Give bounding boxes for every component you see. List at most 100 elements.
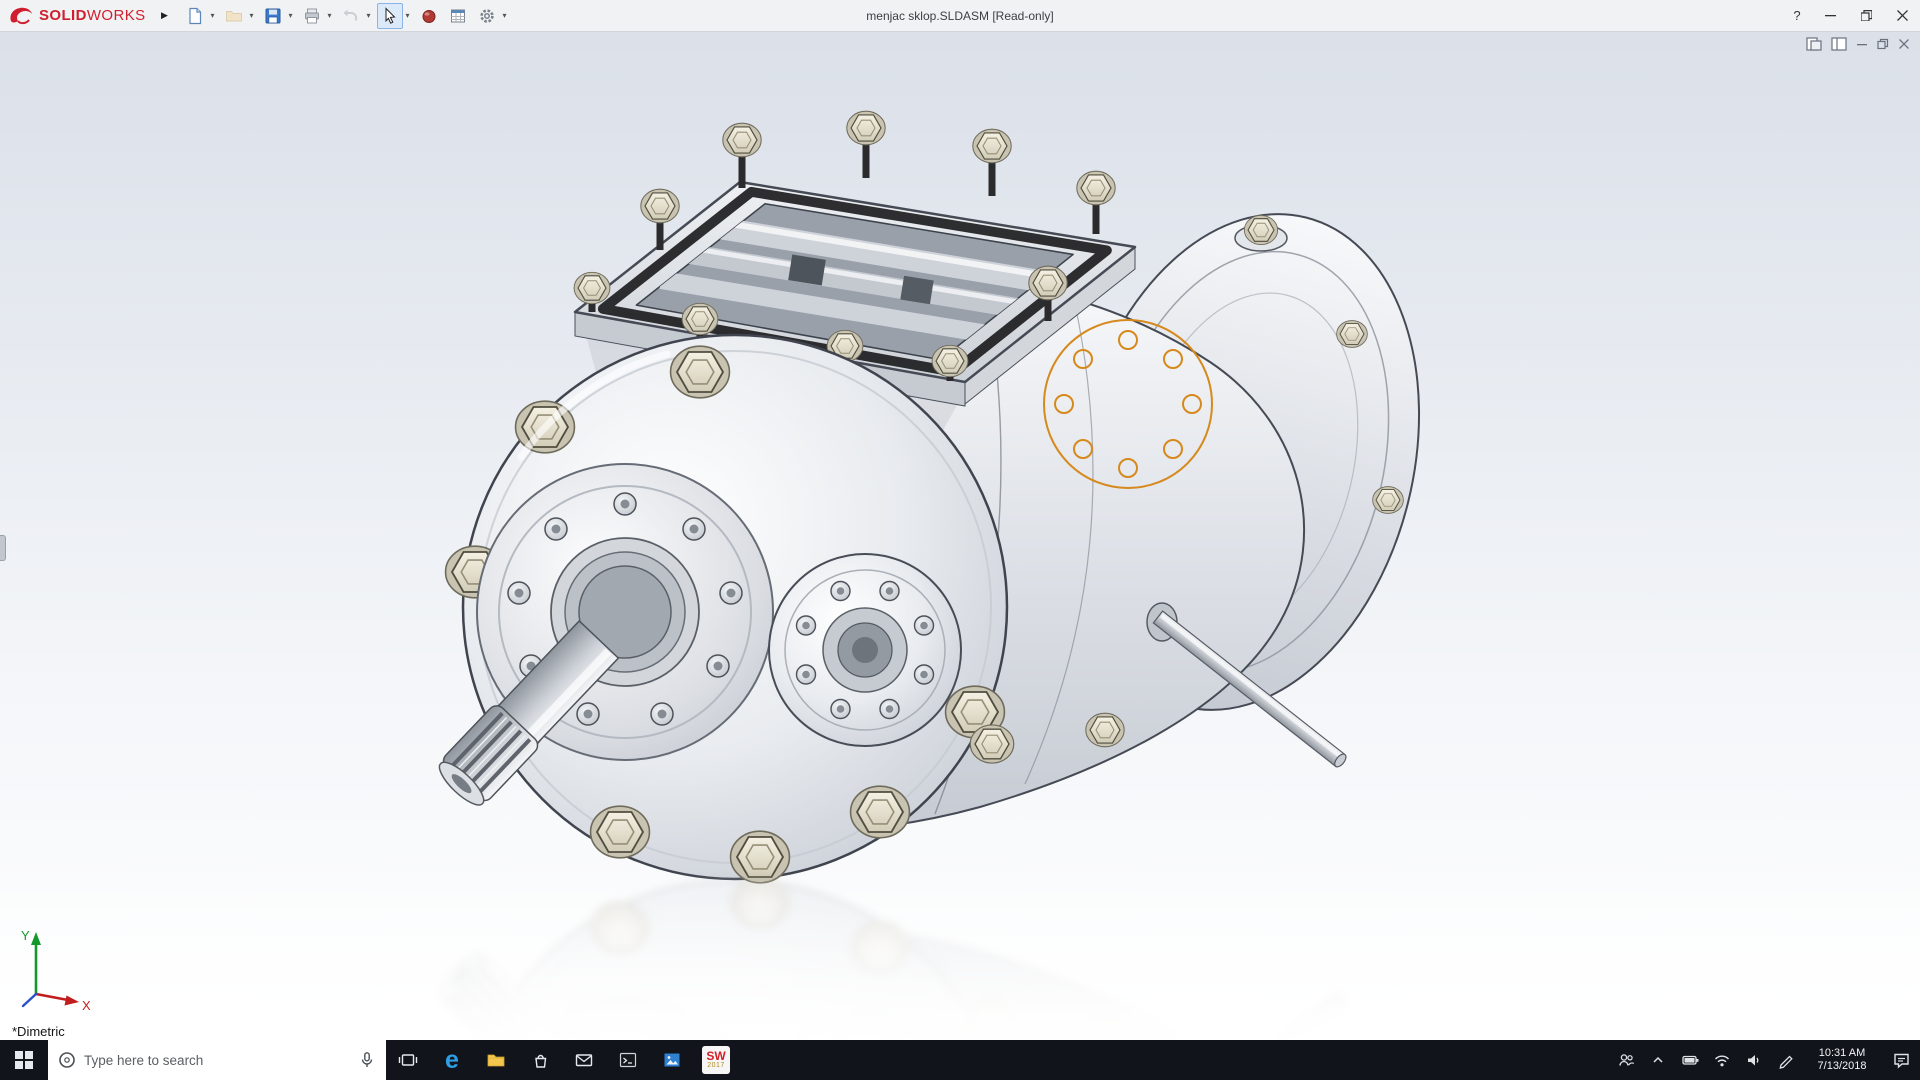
select-caret[interactable]: ▾	[403, 11, 413, 20]
console-icon	[619, 1052, 637, 1068]
new-document-caret[interactable]: ▾	[208, 11, 218, 20]
minimize-icon	[1824, 15, 1836, 17]
title-bar: SOLIDWORKS ▶ ▾ ▾ ▾ ▾ ▾ ▾ ▾ menjac sklop.…	[0, 0, 1920, 32]
design-table-icon	[450, 9, 465, 22]
options-caret[interactable]: ▾	[500, 11, 510, 20]
select-button[interactable]	[376, 2, 403, 29]
print-button[interactable]	[299, 3, 325, 29]
doc-window-a-icon	[1806, 37, 1822, 51]
brand-wordmark: SOLIDWORKS	[39, 7, 146, 24]
document-window-controls	[1806, 37, 1910, 51]
ds-logo-icon	[10, 7, 32, 24]
console-button[interactable]	[606, 1040, 650, 1080]
open-caret[interactable]: ▾	[247, 11, 257, 20]
open-button[interactable]	[221, 3, 247, 29]
undo-button[interactable]	[338, 3, 364, 29]
clock-time: 10:31 AM	[1818, 1047, 1866, 1059]
photos-button[interactable]	[650, 1040, 694, 1080]
doc-restore-icon	[1877, 38, 1889, 50]
screen: SOLIDWORKS ▶ ▾ ▾ ▾ ▾ ▾ ▾ ▾ menjac sklop.…	[0, 0, 1920, 1080]
pen-button[interactable]	[1770, 1040, 1802, 1080]
select-cursor-icon	[385, 6, 396, 24]
sw-icon-text: SW	[706, 1049, 726, 1063]
doc-close-icon	[1899, 39, 1909, 49]
microphone-icon[interactable]	[358, 1051, 376, 1069]
quick-access-toolbar: ▾ ▾ ▾ ▾ ▾ ▾ ▾	[182, 2, 513, 29]
doc-minimize-icon	[1857, 44, 1867, 46]
task-view-button[interactable]	[386, 1040, 430, 1080]
pen-icon	[1779, 1055, 1793, 1069]
doc-close-button[interactable]	[1898, 38, 1910, 50]
doc-window-b-button[interactable]	[1831, 37, 1847, 51]
design-table-button[interactable]	[445, 3, 471, 29]
new-document-button[interactable]	[182, 3, 208, 29]
options-button[interactable]	[474, 3, 500, 29]
save-icon	[265, 8, 281, 23]
triad-y-label: Y	[21, 928, 30, 943]
people-button[interactable]	[1610, 1040, 1642, 1080]
close-icon	[1896, 10, 1908, 21]
brand-solid: SOLID	[39, 7, 87, 24]
save-button[interactable]	[260, 3, 286, 29]
edge-icon: e	[445, 1045, 459, 1074]
wifi-icon	[1714, 1055, 1730, 1067]
search-input[interactable]	[84, 1052, 350, 1068]
model-canvas[interactable]	[0, 32, 1920, 1040]
sw-icon-year: 2017	[707, 1062, 725, 1069]
battery-button[interactable]	[1674, 1040, 1706, 1080]
store-button[interactable]	[518, 1040, 562, 1080]
hidden-icons-button[interactable]	[1642, 1040, 1674, 1080]
save-caret[interactable]: ▾	[286, 11, 296, 20]
search-icon	[59, 1052, 75, 1068]
close-button[interactable]	[1884, 0, 1920, 31]
graphics-viewport[interactable]: Y X *Dimetric	[0, 32, 1920, 1040]
restore-icon	[1860, 10, 1872, 21]
clock-date: 7/13/2018	[1817, 1060, 1867, 1072]
photos-icon	[664, 1053, 680, 1067]
pane-splitter-handle[interactable]	[0, 535, 6, 561]
gearbox-model	[438, 110, 1421, 884]
edge-button[interactable]: e	[430, 1040, 474, 1080]
chevron-up-icon	[1653, 1056, 1663, 1063]
mail-button[interactable]	[562, 1040, 606, 1080]
reflection-fade	[0, 872, 1920, 1040]
taskbar-clock[interactable]: 10:31 AM 7/13/2018	[1802, 1040, 1882, 1080]
action-center-button[interactable]	[1882, 1040, 1920, 1080]
doc-window-a-button[interactable]	[1806, 37, 1822, 51]
store-icon	[534, 1054, 546, 1068]
print-caret[interactable]: ▾	[325, 11, 335, 20]
minimize-button[interactable]	[1812, 0, 1848, 31]
menu-expander-button[interactable]: ▶	[156, 4, 174, 28]
appearance-sphere-icon	[422, 9, 436, 23]
volume-button[interactable]	[1738, 1040, 1770, 1080]
people-icon	[1619, 1054, 1635, 1066]
restore-button[interactable]	[1848, 0, 1884, 31]
secondary-flange	[768, 553, 962, 747]
print-icon	[304, 8, 319, 23]
windows-logo-icon	[15, 1051, 33, 1069]
file-explorer-button[interactable]	[474, 1040, 518, 1080]
system-tray: 10:31 AM 7/13/2018	[1610, 1040, 1920, 1080]
wifi-button[interactable]	[1706, 1040, 1738, 1080]
taskbar: e	[0, 1040, 1920, 1080]
task-view-icon	[398, 1054, 418, 1066]
doc-window-b-icon	[1831, 37, 1847, 51]
undo-caret[interactable]: ▾	[364, 11, 374, 20]
battery-icon	[1681, 1055, 1698, 1065]
doc-minimize-button[interactable]	[1856, 38, 1868, 50]
help-button[interactable]: ?	[1782, 0, 1812, 31]
volume-icon	[1748, 1055, 1759, 1066]
taskbar-search[interactable]	[48, 1040, 386, 1080]
edit-appearance-button[interactable]	[416, 3, 442, 29]
orientation-triad: Y X	[21, 928, 91, 1013]
start-button[interactable]	[0, 1040, 48, 1080]
open-folder-icon	[225, 10, 242, 21]
triad-x-label: X	[82, 998, 91, 1013]
undo-icon	[343, 9, 357, 21]
solidworks-taskbar-button[interactable]: SW 2017	[694, 1040, 738, 1080]
doc-restore-button[interactable]	[1877, 38, 1889, 50]
action-center-icon	[1893, 1053, 1909, 1069]
brand-works: WORKS	[86, 7, 146, 24]
solidworks-logo: SOLIDWORKS	[8, 6, 146, 26]
mail-icon	[575, 1054, 593, 1067]
